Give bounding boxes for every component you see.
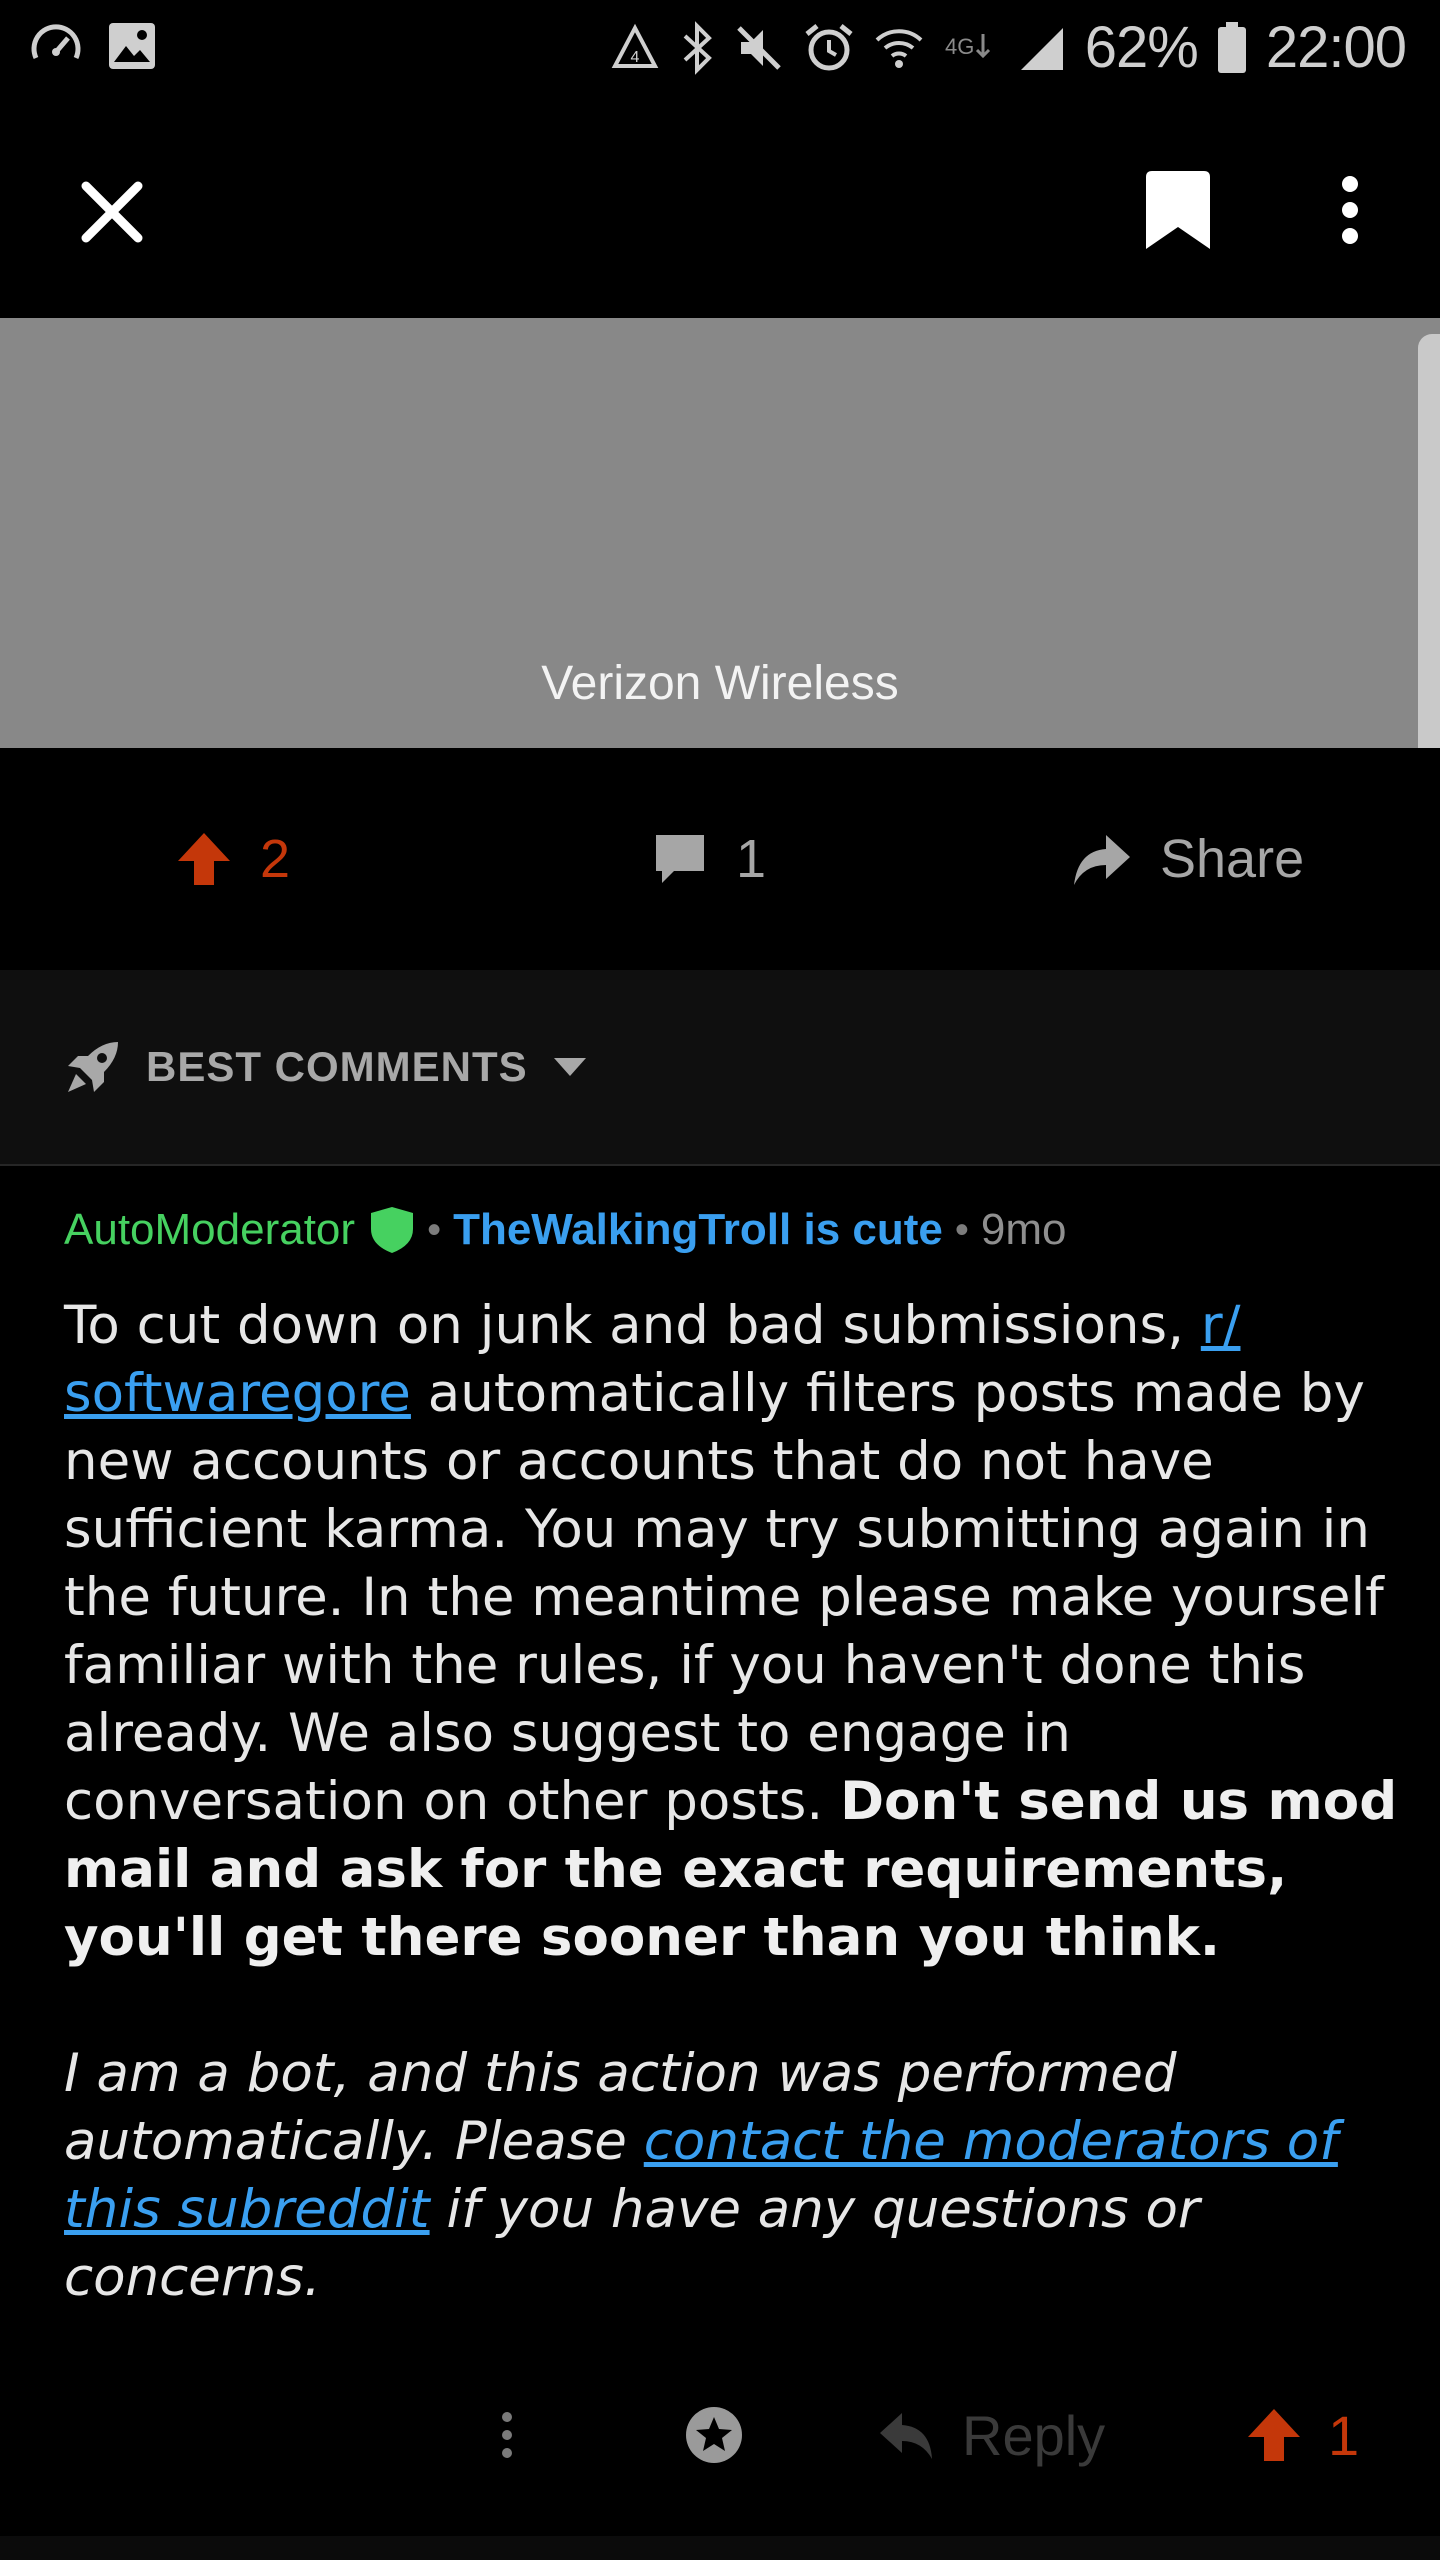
meta-separator: • (427, 1207, 442, 1252)
dropdown-arrow-icon (553, 1058, 586, 1076)
post-media[interactable]: Verizon Wireless (0, 318, 1440, 748)
comments-button[interactable]: 1 (652, 748, 766, 970)
mute-icon (733, 22, 785, 74)
moderator-shield-icon (369, 1205, 415, 1255)
post-action-bar: 2 1 Share (0, 748, 1440, 970)
meta-separator: • (954, 1207, 969, 1252)
comment-sort-bar: BEST COMMENTS (0, 970, 1440, 1166)
bot-note: I am a bot, and this action was performe… (64, 2040, 1404, 2312)
sort-label: BEST COMMENTS (146, 1043, 528, 1090)
sort-selector[interactable]: BEST COMMENTS (64, 1038, 588, 1096)
svg-text:4: 4 (630, 49, 639, 66)
comment-age: 9mo (980, 1205, 1067, 1254)
lte-icon: 4G (943, 28, 999, 68)
signal-icon (1017, 22, 1067, 74)
more-vertical-icon (1342, 176, 1358, 244)
comment-upvote-button[interactable]: 1 (1246, 2380, 1359, 2490)
battery-percent: 62% (1084, 15, 1199, 80)
upvote-arrow-icon (1248, 2409, 1300, 2461)
top-app-bar (0, 100, 1440, 318)
next-comment-edge (0, 2536, 1440, 2560)
data-saver-icon: 4 (609, 22, 661, 74)
more-options-button[interactable] (1300, 160, 1400, 260)
award-button[interactable] (684, 2380, 744, 2490)
comment-more-button[interactable] (500, 2380, 514, 2490)
battery-icon (1216, 21, 1248, 75)
clock: 22:00 (1265, 15, 1407, 80)
body-text-2: automatically filters posts made by new … (64, 1363, 1384, 1832)
more-vertical-icon (502, 2412, 512, 2458)
body-text-1: To cut down on junk and bad submissions, (64, 1295, 1201, 1356)
comment-meta: AutoModerator • TheWalkingTroll is cute … (64, 1168, 1404, 1292)
user-flair: TheWalkingTroll is cute (453, 1205, 943, 1254)
reply-button[interactable]: Reply (878, 2380, 1105, 2490)
comment-bubble-icon (656, 835, 704, 883)
svg-text:4G: 4G (945, 34, 974, 59)
reply-arrow-icon (880, 2413, 932, 2459)
save-button[interactable] (1128, 160, 1228, 260)
share-icon (1074, 835, 1130, 885)
upvote-count: 2 (260, 829, 291, 889)
comment-body: To cut down on junk and bad submissions,… (64, 1292, 1404, 1972)
comment-action-bar: Reply 1 (0, 2380, 1440, 2490)
close-button[interactable] (62, 162, 162, 262)
upvote-button[interactable]: 2 (176, 748, 290, 970)
comment: AutoModerator • TheWalkingTroll is cute … (64, 1168, 1404, 2312)
award-icon (686, 2407, 742, 2463)
close-icon (81, 181, 143, 243)
comment-count: 1 (736, 829, 767, 889)
share-label: Share (1160, 829, 1305, 889)
bookmark-icon (1146, 171, 1210, 249)
rocket-icon (68, 1042, 118, 1092)
wifi-icon (873, 22, 925, 74)
reply-label: Reply (962, 2403, 1106, 2467)
speedometer-icon (28, 18, 84, 74)
alarm-icon (803, 22, 855, 74)
status-bar: 4 4G 62% 22:00 (0, 0, 1440, 100)
share-button[interactable]: Share (1070, 748, 1304, 970)
comment-score: 1 (1328, 2403, 1360, 2467)
gallery-icon (106, 18, 158, 74)
upvote-arrow-icon (178, 833, 230, 885)
bluetooth-icon (679, 20, 715, 76)
scrollbar-handle[interactable] (1418, 334, 1440, 804)
comment-author[interactable]: AutoModerator (64, 1205, 355, 1255)
media-caption: Verizon Wireless (541, 657, 899, 710)
